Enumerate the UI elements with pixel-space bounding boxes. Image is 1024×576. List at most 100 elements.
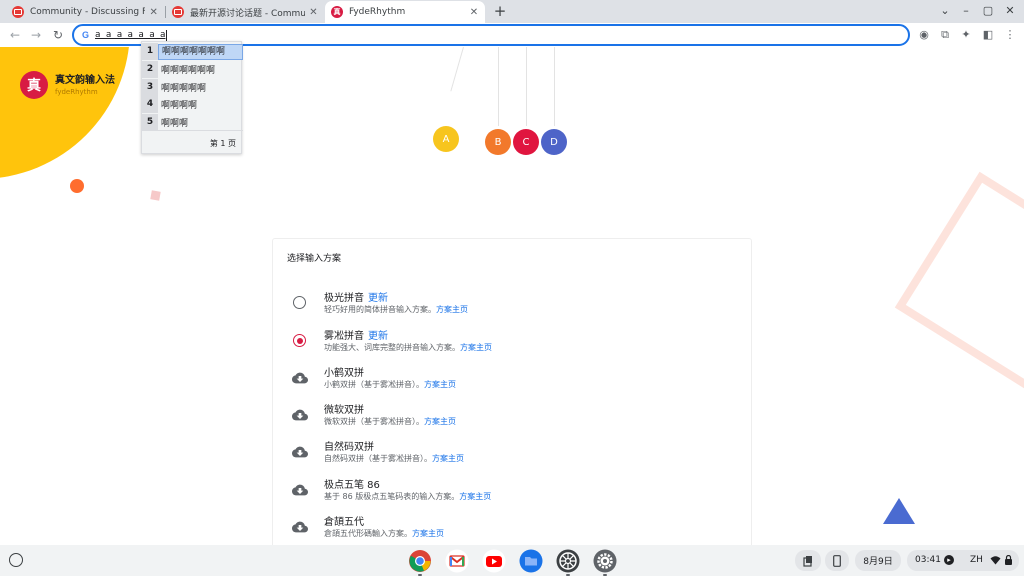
candidate-text: 啊啊啊啊啊啊 (161, 66, 216, 76)
minimize-icon[interactable]: – (958, 2, 974, 20)
media-icon: ▸ (944, 555, 954, 565)
settings-icon[interactable] (593, 549, 617, 573)
ball-string (554, 47, 555, 126)
status-area[interactable]: 03:41 ▸ ZH (907, 550, 1019, 571)
scheme-desc-text: 微软双拼（基于雾凇拼音）。 (324, 417, 424, 426)
tab-fyderhythm[interactable]: 真 FydeRhythm ✕ (325, 1, 485, 23)
scheme-name: 雾凇拼音 更新 (324, 327, 388, 342)
phone-hub-icon[interactable] (825, 550, 849, 571)
shelf: 8月9日 03:41 ▸ ZH (0, 545, 1024, 576)
scheme-radio[interactable] (292, 295, 308, 311)
tab-close-icon[interactable]: ✕ (309, 7, 318, 18)
scheme-download[interactable] (292, 370, 308, 386)
ime-candidate[interactable]: 3 啊啊啊啊啊 (142, 79, 243, 96)
card-title: 选择输入方案 (287, 254, 342, 264)
clipboard-icon[interactable] (795, 550, 821, 571)
brand: 真 真文韵输入法 fydeRhythm (20, 71, 115, 99)
scheme-desc-text: 功能强大、词库完整的拼音输入方案。 (324, 343, 460, 352)
scheme-item[interactable]: 倉頡五代 倉頡五代形碼輸入方案。方案主页 (287, 513, 727, 543)
scheme-name: 小鹤双拼 (324, 368, 364, 379)
homepage-link[interactable]: 方案主页 (436, 305, 468, 314)
candidate-text: 啊啊啊啊啊 (161, 84, 207, 94)
files-icon[interactable] (519, 549, 543, 573)
cloud-download-icon[interactable] (292, 370, 308, 386)
clock: 03:41 (915, 555, 941, 565)
candidate-number: 4 (142, 96, 158, 113)
google-icon: G (82, 30, 90, 40)
scheme-item[interactable]: 极点五笔 86 基于 86 版极点五笔码表的输入方案。方案主页 (287, 476, 727, 506)
cloud-download-icon[interactable] (292, 482, 308, 498)
decor-blue-triangle (883, 498, 915, 524)
cloud-download-icon[interactable] (292, 519, 308, 535)
ime-candidate[interactable]: 2 啊啊啊啊啊啊 (142, 61, 243, 78)
tab-title: Community - Discussing Fyde (30, 7, 146, 17)
tab-strip: Community - Discussing Fyde ✕ 最新开源讨论话题 -… (0, 0, 1024, 23)
scheme-item[interactable]: 极光拼音 更新 轻巧好用的简体拼音输入方案。方案主页 (287, 289, 727, 319)
scheme-card: 选择输入方案 极光拼音 更新 轻巧好用的简体拼音输入方案。方案主页 雾凇拼音 更新 … (272, 238, 752, 545)
launcher-icon[interactable] (9, 553, 23, 567)
ime-candidate[interactable]: 1 啊啊啊啊啊啊啊 (142, 43, 243, 60)
web-store-icon[interactable] (556, 549, 580, 573)
scheme-desc: 小鹤双拼（基于雾凇拼音）。方案主页 (324, 379, 456, 390)
back-icon[interactable]: ← (6, 26, 24, 44)
address-input[interactable]: a_a_a_a_a_a_a (95, 30, 165, 40)
forward-icon[interactable]: → (27, 26, 45, 44)
date-button[interactable]: 8月9日 (855, 550, 901, 571)
tab-open-source-topics[interactable]: 最新开源讨论话题 - Communit ✕ (166, 1, 324, 23)
decor-square-frame (894, 171, 1024, 393)
ime-candidate[interactable]: 5 啊啊啊 (142, 114, 243, 131)
ball-d: D (541, 129, 567, 155)
maximize-icon[interactable]: ▢ (980, 2, 996, 20)
scheme-download[interactable] (292, 407, 308, 423)
menu-icon[interactable]: ⋮ (1002, 27, 1018, 43)
tab-search-icon[interactable]: ⌄ (937, 2, 953, 20)
radio-on-icon[interactable] (293, 334, 306, 347)
ball-c: C (513, 129, 539, 155)
candidate-number: 3 (142, 79, 158, 96)
tab-close-icon[interactable]: ✕ (469, 7, 479, 18)
scheme-item[interactable]: 自然码双拼 自然码双拼（基于雾凇拼音）。方案主页 (287, 438, 727, 468)
chrome-icon[interactable] (408, 549, 432, 573)
ball-string (498, 47, 499, 126)
cloud-download-icon[interactable] (292, 444, 308, 460)
homepage-link[interactable]: 方案主页 (459, 492, 491, 501)
homepage-link[interactable]: 方案主页 (432, 454, 464, 463)
scheme-download[interactable] (292, 519, 308, 535)
cast-icon[interactable]: ⧉ (937, 27, 953, 43)
ime-candidate[interactable]: 4 啊啊啊啊 (142, 96, 243, 113)
close-window-icon[interactable]: ✕ (1002, 2, 1018, 20)
scheme-item[interactable]: 小鹤双拼 小鹤双拼（基于雾凇拼音）。方案主页 (287, 364, 727, 394)
reload-icon[interactable]: ↻ (49, 26, 67, 44)
scheme-item[interactable]: 微软双拼 微软双拼（基于雾凇拼音）。方案主页 (287, 401, 727, 431)
new-tab-button[interactable]: + (491, 1, 509, 21)
homepage-link[interactable]: 方案主页 (424, 417, 456, 426)
gmail-icon[interactable] (445, 549, 469, 573)
scheme-item[interactable]: 雾凇拼音 更新 功能强大、词库完整的拼音输入方案。方案主页 (287, 327, 727, 357)
extensions-icon[interactable]: ✦ (958, 27, 974, 43)
scheme-download[interactable] (292, 482, 308, 498)
brand-name: 真文韵输入法 (55, 74, 115, 86)
homepage-link[interactable]: 方案主页 (424, 380, 456, 389)
update-link[interactable]: 更新 (368, 331, 388, 342)
ime-page-indicator: 第 1 页 (209, 139, 236, 148)
scheme-desc: 功能强大、词库完整的拼音输入方案。方案主页 (324, 342, 492, 353)
scheme-download[interactable] (292, 444, 308, 460)
scheme-radio[interactable] (292, 333, 308, 349)
scheme-desc: 微软双拼（基于雾凇拼音）。方案主页 (324, 416, 456, 427)
decor-pink-square (150, 190, 161, 201)
youtube-icon[interactable] (482, 549, 506, 573)
homepage-link[interactable]: 方案主页 (412, 529, 444, 538)
scheme-name-text: 极光拼音 (324, 293, 364, 304)
radio-off-icon[interactable] (293, 296, 306, 309)
scheme-name: 倉頡五代 (324, 517, 364, 528)
homepage-link[interactable]: 方案主页 (460, 343, 492, 352)
screen: Community - Discussing Fyde ✕ 最新开源讨论话题 -… (0, 0, 1024, 576)
cloud-download-icon[interactable] (292, 407, 308, 423)
brand-subtitle: fydeRhythm (55, 87, 98, 96)
tab-close-icon[interactable]: ✕ (149, 7, 158, 18)
scheme-name: 极点五笔 86 (324, 480, 380, 491)
update-link[interactable]: 更新 (368, 293, 388, 304)
side-panel-icon[interactable]: ◧ (980, 27, 996, 43)
tab-community[interactable]: Community - Discussing Fyde ✕ (6, 1, 164, 23)
record-icon[interactable]: ◉ (916, 27, 932, 43)
